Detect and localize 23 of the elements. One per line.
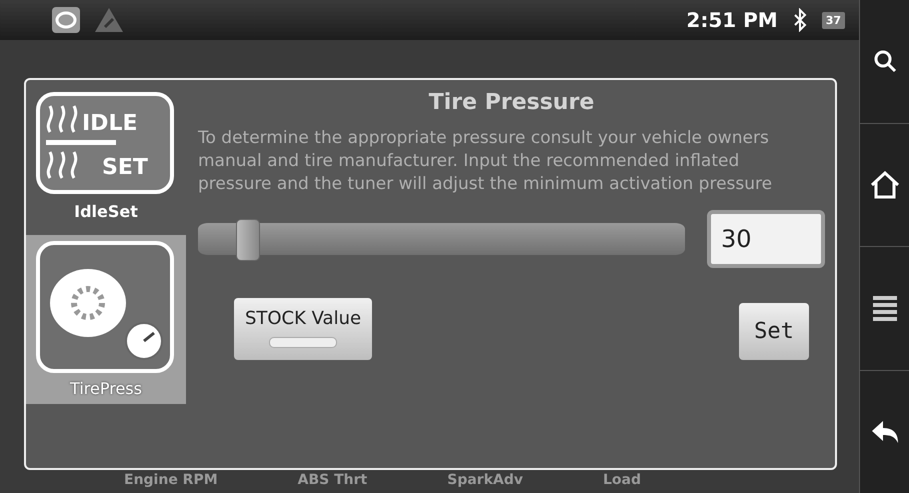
tire-gauge-icon bbox=[36, 241, 176, 373]
slider-thumb[interactable] bbox=[236, 219, 260, 261]
menu-icon[interactable] bbox=[872, 295, 898, 322]
home-icon[interactable] bbox=[870, 170, 900, 199]
gauge-label: Engine RPM bbox=[124, 472, 218, 490]
bluetooth-icon bbox=[792, 8, 808, 32]
icon-label: SET bbox=[102, 155, 148, 180]
q-logo-icon[interactable] bbox=[52, 7, 80, 33]
search-icon[interactable] bbox=[872, 49, 896, 74]
set-button[interactable]: Set bbox=[739, 303, 809, 360]
stock-value-button[interactable]: STOCK Value bbox=[234, 298, 372, 360]
gauge-label: ABS Thrt bbox=[298, 472, 368, 490]
back-icon[interactable] bbox=[870, 418, 898, 445]
gauge-label: SparkAdv bbox=[447, 472, 523, 490]
description-text: To determine the appropriate pressure consult your vehicle owners manual and tire manufacturer. Input the recommended inflated pressure and the tuner will adjust the minimum activation pressure bbox=[198, 127, 774, 196]
battery-level: 37 bbox=[822, 12, 845, 28]
icon-label: IDLE bbox=[82, 111, 138, 136]
gauge-label: Load bbox=[603, 472, 642, 490]
app-item[interactable]: IDLE SET IdleSet bbox=[26, 86, 186, 227]
pressure-input[interactable]: 30 bbox=[707, 210, 825, 268]
status-time: 2:51 PM bbox=[686, 8, 778, 32]
dialog-title: Tire Pressure bbox=[428, 90, 596, 115]
triangle-wrench-icon[interactable] bbox=[94, 7, 124, 33]
